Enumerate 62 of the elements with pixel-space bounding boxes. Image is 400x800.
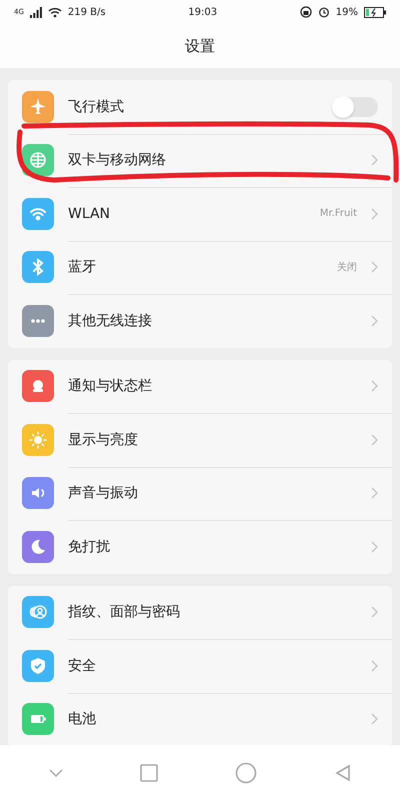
network-speed: 219 B/s	[68, 6, 106, 18]
dots-icon	[22, 304, 54, 337]
wifi-icon	[22, 198, 54, 230]
setting-label: 声音与振动	[68, 484, 139, 502]
battery-percentage: 19%	[336, 6, 358, 18]
settings-row[interactable]: 蓝牙 关闭	[8, 240, 392, 294]
settings-row[interactable]: 声音与振动	[8, 466, 392, 520]
battery-icon	[22, 703, 54, 736]
globe-icon	[22, 144, 54, 176]
chevron-icon	[371, 606, 378, 618]
chevron-icon	[371, 314, 378, 327]
fingerprint-face-icon	[22, 596, 54, 628]
chevron-icon	[371, 660, 378, 672]
setting-label: 蓝牙	[68, 258, 97, 276]
chevron-icon	[371, 154, 378, 166]
setting-label: 双卡与移动网络	[68, 151, 167, 170]
chevron-icon	[371, 208, 378, 220]
setting-label: WLAN	[68, 206, 112, 222]
setting-label: 通知与状态栏	[68, 377, 153, 396]
signal-icon	[30, 6, 42, 18]
back-icon[interactable]	[334, 764, 352, 782]
shield-icon	[22, 650, 54, 682]
moon-icon	[22, 530, 54, 563]
setting-value: Mr.Fruit	[320, 208, 357, 220]
chevron-icon	[371, 487, 378, 500]
settings-row[interactable]: 飞行模式	[8, 80, 392, 134]
settings-row[interactable]: 显示与亮度	[8, 413, 392, 466]
chevron-icon	[371, 380, 378, 392]
wifi-icon	[48, 6, 62, 18]
setting-label: 安全	[68, 656, 97, 675]
settings-row[interactable]: 电池	[8, 692, 392, 745]
settings-row[interactable]: 双卡与移动网络	[8, 134, 392, 187]
settings-row[interactable]: 其他无线连接	[8, 294, 392, 348]
setting-label: 显示与亮度	[68, 430, 139, 449]
recent-apps-icon[interactable]	[140, 764, 158, 782]
bell-icon	[22, 370, 54, 402]
chevron-icon	[371, 434, 378, 446]
page-title: 设置	[184, 36, 216, 56]
setting-label: 飞行模式	[68, 98, 125, 116]
setting-label: 电池	[68, 710, 97, 728]
alarm-icon	[318, 6, 330, 18]
airplane-mode-switch[interactable]	[334, 96, 378, 117]
chevron-icon	[371, 261, 378, 274]
setting-label: 指纹、面部与密码	[68, 603, 181, 622]
settings-row[interactable]: 指纹、面部与密码	[8, 586, 392, 639]
sun-icon	[22, 424, 54, 456]
chevron-icon	[371, 713, 378, 726]
settings-row[interactable]: 免打扰	[8, 520, 392, 574]
setting-label: 其他无线连接	[68, 312, 153, 330]
collapse-icon[interactable]	[48, 768, 62, 776]
chevron-icon	[371, 540, 378, 553]
clock: 19:03	[188, 6, 218, 18]
setting-label: 免打扰	[68, 538, 111, 556]
setting-value: 关闭	[337, 260, 357, 274]
settings-row[interactable]: WLAN Mr.Fruit	[8, 187, 392, 240]
bluetooth-icon	[22, 251, 54, 284]
speaker-icon	[22, 477, 54, 510]
airplane-icon	[22, 90, 54, 123]
battery-charging-icon	[364, 6, 386, 18]
home-icon[interactable]	[234, 762, 256, 784]
settings-row[interactable]: 安全	[8, 639, 392, 692]
settings-row[interactable]: 通知与状态栏	[8, 360, 392, 413]
